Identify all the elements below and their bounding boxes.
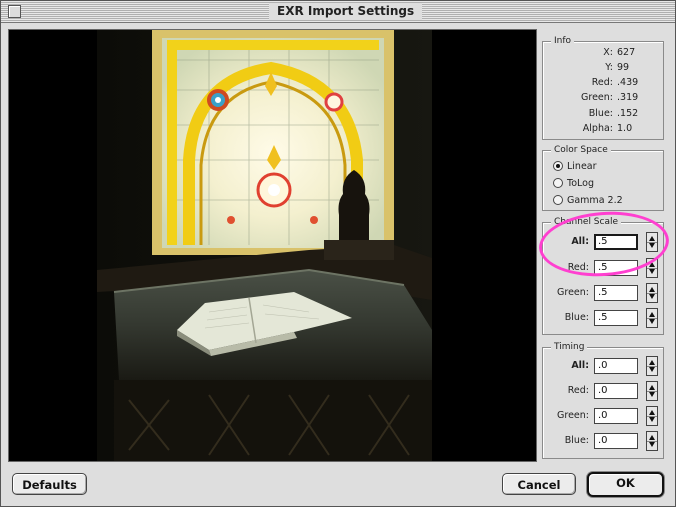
- info-red-label: Red:: [591, 77, 613, 88]
- arrow-down-icon[interactable]: [649, 392, 655, 397]
- preview-photo: [9, 30, 536, 461]
- radio-linear-dot-icon[interactable]: [553, 161, 563, 171]
- info-blue-value: .152: [617, 108, 639, 119]
- timing-blue-field[interactable]: .0: [594, 433, 638, 449]
- radio-linear-label: Linear: [567, 161, 597, 172]
- arrow-down-icon[interactable]: [649, 294, 655, 299]
- defaults-button[interactable]: Defaults: [12, 473, 87, 495]
- timing-label: Timing: [551, 341, 588, 353]
- timing-all-label: All:: [571, 360, 589, 371]
- arrow-down-icon[interactable]: [649, 319, 655, 324]
- arrow-up-icon[interactable]: [649, 287, 655, 292]
- radio-tolog-label: ToLog: [567, 178, 594, 189]
- info-group-label: Info: [551, 35, 575, 47]
- info-green-label: Green:: [581, 92, 613, 103]
- window-title: EXR Import Settings: [269, 3, 423, 20]
- close-box-icon[interactable]: [8, 5, 21, 18]
- info-group: Info X: Y: Red: Green: Blue: Alpha: 627 …: [542, 35, 664, 140]
- radio-tolog[interactable]: ToLog: [553, 178, 594, 190]
- timing-red-label: Red:: [567, 385, 589, 396]
- info-blue-label: Blue:: [588, 108, 613, 119]
- timing-group: Timing All: .0 Red: .0 Green: .0 Blue: .…: [542, 341, 664, 459]
- timing-blue-stepper[interactable]: [646, 431, 658, 451]
- timing-blue-label: Blue:: [564, 435, 589, 446]
- timing-green-stepper[interactable]: [646, 406, 658, 426]
- timing-all-field[interactable]: .0: [594, 358, 638, 374]
- exr-import-dialog: EXR Import Settings Info X: Y: Red: Gree…: [0, 0, 676, 507]
- scale-blue-label: Blue:: [564, 312, 589, 323]
- info-red-value: .439: [617, 77, 639, 88]
- timing-all-stepper[interactable]: [646, 356, 658, 376]
- arrow-up-icon[interactable]: [649, 312, 655, 317]
- arrow-down-icon[interactable]: [649, 367, 655, 372]
- radio-gamma-dot-icon[interactable]: [553, 195, 563, 205]
- arrow-up-icon[interactable]: [649, 410, 655, 415]
- ok-button[interactable]: OK: [587, 472, 664, 497]
- scale-green-field[interactable]: .5: [594, 285, 638, 301]
- arrow-up-icon[interactable]: [649, 360, 655, 365]
- color-space-label: Color Space: [551, 144, 611, 156]
- arrow-down-icon[interactable]: [649, 269, 655, 274]
- image-preview[interactable]: [8, 29, 537, 462]
- arrow-up-icon[interactable]: [649, 435, 655, 440]
- scale-green-stepper[interactable]: [646, 283, 658, 303]
- cancel-button[interactable]: Cancel: [502, 473, 576, 495]
- scale-blue-field[interactable]: .5: [594, 310, 638, 326]
- radio-gamma-label: Gamma 2.2: [567, 195, 623, 206]
- timing-green-field[interactable]: .0: [594, 408, 638, 424]
- timing-red-stepper[interactable]: [646, 381, 658, 401]
- timing-green-label: Green:: [557, 410, 589, 421]
- title-bar[interactable]: EXR Import Settings: [1, 1, 675, 23]
- info-x-label: X:: [603, 47, 613, 58]
- info-alpha-label: Alpha:: [582, 123, 613, 134]
- color-space-group: Color Space Linear ToLog Gamma 2.2: [542, 144, 664, 211]
- radio-linear[interactable]: Linear: [553, 161, 597, 173]
- arrow-up-icon[interactable]: [649, 385, 655, 390]
- timing-red-field[interactable]: .0: [594, 383, 638, 399]
- radio-gamma[interactable]: Gamma 2.2: [553, 195, 623, 207]
- arrow-down-icon[interactable]: [649, 417, 655, 422]
- info-y-value: 99: [617, 62, 630, 73]
- info-x-value: 627: [617, 47, 636, 58]
- arrow-down-icon[interactable]: [649, 442, 655, 447]
- info-alpha-value: 1.0: [617, 123, 633, 134]
- info-y-label: Y:: [605, 62, 613, 73]
- radio-tolog-dot-icon[interactable]: [553, 178, 563, 188]
- scale-blue-stepper[interactable]: [646, 308, 658, 328]
- info-green-value: .319: [617, 92, 639, 103]
- scale-green-label: Green:: [557, 287, 589, 298]
